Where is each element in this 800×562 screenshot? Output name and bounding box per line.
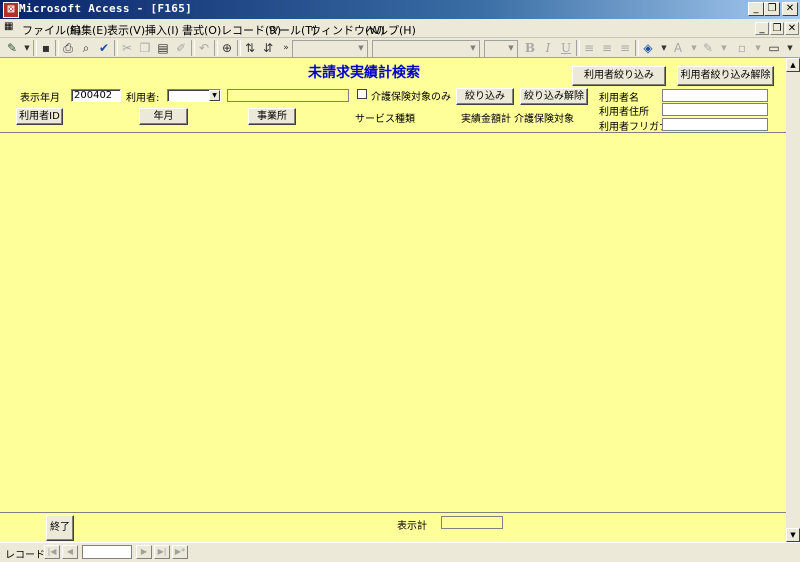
filter-button[interactable]: 絞り込み	[456, 88, 514, 105]
font-name-combo[interactable]: ▼	[372, 40, 480, 58]
next-record-icon[interactable]: ▶	[136, 545, 152, 559]
line-color-icon[interactable]: ✎	[700, 40, 716, 56]
toolbar-separator	[114, 40, 118, 56]
sort-descending-icon[interactable]: ⇵	[260, 40, 276, 56]
user-filter-button[interactable]: 利用者絞り込み	[572, 66, 666, 86]
menu-format[interactable]: 書式(O)	[182, 22, 221, 38]
menu-view[interactable]: 表示(V)	[107, 22, 145, 38]
toolbar-separator	[214, 40, 218, 56]
combo-arrow-icon: ▼	[470, 44, 476, 52]
address-label: 利用者住所	[599, 107, 649, 118]
kaigo-only-checkbox[interactable]	[357, 89, 367, 99]
sort-office-button[interactable]: 事業所	[248, 108, 296, 125]
undo-icon[interactable]: ↶	[196, 40, 212, 56]
header-divider	[0, 132, 786, 133]
line-color-dropdown-icon[interactable]: ▼	[716, 40, 732, 56]
username-field[interactable]	[662, 89, 768, 102]
menu-bar: ▦ ファイル(F) 編集(E) 表示(V) 挿入(I) 書式(O) レコード(R…	[0, 19, 800, 38]
menu-help[interactable]: ヘルプ(H)	[366, 22, 416, 38]
footer-divider	[0, 512, 786, 513]
cut-icon[interactable]: ✂	[119, 40, 135, 56]
minimize-button[interactable]: _	[748, 2, 764, 16]
user-name-display-field	[227, 89, 349, 102]
username-label: 利用者名	[599, 93, 639, 104]
fill-color-icon[interactable]: ◈	[640, 40, 656, 56]
display-month-label: 表示年月	[20, 93, 60, 104]
previous-record-icon[interactable]: ◀	[62, 545, 78, 559]
kaigo-only-label: 介護保険対象のみ	[371, 92, 451, 103]
mdi-minimize-button[interactable]: _	[755, 22, 769, 35]
kaigo-target-header: 介護保険対象	[514, 114, 574, 125]
amount-header: 実績金額計	[461, 114, 511, 125]
user-combo-dropdown-icon[interactable]: ▼	[209, 90, 220, 101]
user-label: 利用者:	[126, 93, 160, 104]
underline-icon[interactable]: U	[558, 40, 574, 56]
restore-button[interactable]: ❐	[764, 2, 780, 16]
mdi-restore-button[interactable]: ❐	[770, 22, 784, 35]
font-size-combo[interactable]: ▼	[484, 40, 518, 58]
scroll-down-icon[interactable]: ▼	[786, 528, 800, 542]
line-width-icon[interactable]: ▫	[734, 40, 750, 56]
toolbar-separator	[55, 40, 59, 56]
user-filter-clear-button[interactable]: 利用者絞り込み解除	[677, 66, 774, 86]
furigana-label: 利用者フリガナ	[599, 122, 669, 133]
toolbar-separator	[33, 40, 37, 56]
vertical-scrollbar[interactable]: ▲ ▼	[786, 58, 800, 542]
first-record-icon[interactable]: |◀	[44, 545, 60, 559]
display-month-field[interactable]: 200402	[71, 89, 121, 102]
sort-month-button[interactable]: 年月	[139, 108, 188, 125]
title-bar: ⊠ Microsoft Access - [F165] _ ❐ ✕	[0, 0, 800, 19]
align-center-icon[interactable]: ≡	[599, 40, 615, 56]
window-title: Microsoft Access - [F165]	[19, 2, 193, 15]
combo-arrow-icon: ▼	[358, 44, 364, 52]
toolbar: ✎ ▼ ▪ ⎙ ⌕ ✔ ✂ ❐ ▤ ✐ ↶ ⊕ ⇅ ⇵ » ▼ ▼ ▼ B I …	[0, 38, 800, 58]
close-form-button[interactable]: 終了	[46, 515, 74, 541]
filter-clear-button[interactable]: 絞り込み解除	[520, 88, 588, 105]
new-record-icon[interactable]: ▶*	[172, 545, 188, 559]
spelling-icon[interactable]: ✔	[96, 40, 112, 56]
menu-edit[interactable]: 編集(E)	[70, 22, 108, 38]
combo-arrow-icon: ▼	[508, 44, 514, 52]
save-icon[interactable]: ▪	[38, 40, 54, 56]
record-navigation-bar: レコード: |◀ ◀ ▶ ▶| ▶*	[0, 542, 800, 562]
furigana-field[interactable]	[662, 118, 768, 131]
toolbar-separator	[237, 40, 241, 56]
paste-icon[interactable]: ▤	[155, 40, 171, 56]
object-combo[interactable]: ▼	[292, 40, 368, 58]
close-window-button[interactable]: ✕	[782, 2, 798, 16]
print-preview-icon[interactable]: ⌕	[78, 40, 94, 56]
special-effect-dropdown-icon[interactable]: ▼	[782, 40, 798, 56]
form-body: 未請求実績計検索 利用者絞り込み 利用者絞り込み解除 表示年月 200402 利…	[0, 58, 786, 542]
line-width-dropdown-icon[interactable]: ▼	[750, 40, 766, 56]
align-left-icon[interactable]: ≡	[581, 40, 597, 56]
service-type-header: サービス種類	[355, 114, 415, 125]
format-painter-icon[interactable]: ✐	[173, 40, 189, 56]
address-field[interactable]	[662, 103, 768, 116]
toolbar-separator	[635, 40, 639, 56]
form-icon[interactable]: ▦	[4, 21, 13, 32]
hyperlink-icon[interactable]: ⊕	[219, 40, 235, 56]
special-effect-icon[interactable]: ▭	[766, 40, 782, 56]
toolbar-separator	[191, 40, 195, 56]
record-number-field[interactable]	[82, 545, 132, 559]
font-color-icon[interactable]: A	[670, 40, 686, 56]
total-label: 表示計	[397, 521, 427, 532]
italic-icon[interactable]: I	[540, 40, 556, 56]
copy-icon[interactable]: ❐	[137, 40, 153, 56]
access-icon: ⊠	[3, 2, 19, 18]
align-right-icon[interactable]: ≡	[617, 40, 633, 56]
print-icon[interactable]: ⎙	[60, 40, 76, 56]
scroll-up-icon[interactable]: ▲	[786, 58, 800, 72]
design-view-icon[interactable]: ✎	[4, 40, 20, 56]
toolbar-separator	[576, 40, 580, 56]
menu-insert[interactable]: 挿入(I)	[145, 22, 179, 38]
sort-ascending-icon[interactable]: ⇅	[242, 40, 258, 56]
last-record-icon[interactable]: ▶|	[154, 545, 170, 559]
mdi-close-button[interactable]: ✕	[785, 22, 799, 35]
bold-icon[interactable]: B	[522, 40, 538, 56]
sort-user-id-button[interactable]: 利用者ID	[16, 108, 63, 125]
form-title: 未請求実績計検索	[308, 65, 420, 81]
record-label: レコード:	[5, 550, 49, 561]
total-field	[441, 516, 503, 529]
